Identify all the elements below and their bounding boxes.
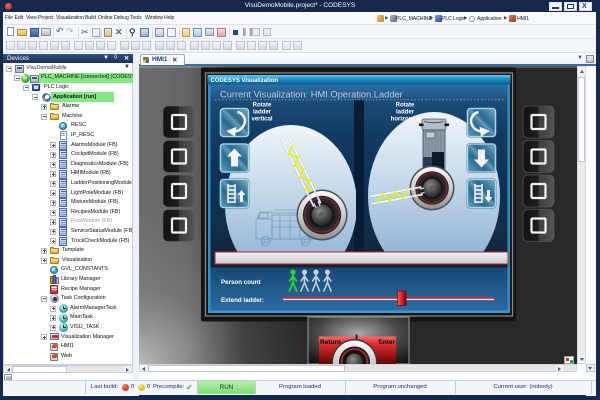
svg-text:Rotate: Rotate (253, 103, 272, 109)
svg-text:Rotate: Rotate (396, 103, 415, 109)
svg-text:horizontal: horizontal (391, 117, 420, 123)
svg-text:Return: Return (320, 339, 341, 346)
svg-text:vertical: vertical (251, 117, 272, 123)
svg-text:ladder: ladder (253, 110, 272, 116)
svg-text:Current Visualization: HMI.Ope: Current Visualization: HMI.Operation.Lad… (220, 90, 403, 100)
svg-text:Extend ladder:: Extend ladder: (221, 297, 264, 304)
svg-text:Enter: Enter (378, 339, 395, 346)
svg-text:Person count: Person count (221, 279, 261, 286)
svg-text:ladder: ladder (396, 110, 415, 116)
svg-text:CODESYS Visualization: CODESYS Visualization (211, 78, 279, 84)
